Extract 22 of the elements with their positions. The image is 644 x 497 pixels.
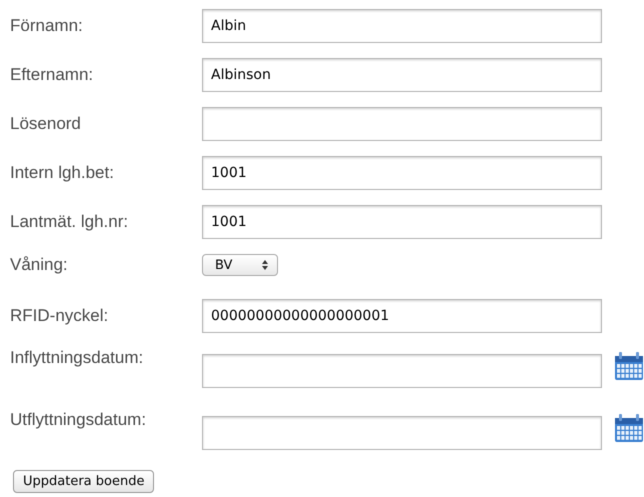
field-label: Förnamn: (10, 16, 84, 36)
input-field[interactable]: 00000000000000000001 (202, 299, 602, 333)
field-label: Intern lgh.bet: (10, 163, 115, 183)
input-field[interactable]: 1001 (202, 156, 602, 190)
dropdown[interactable]: BV (202, 254, 278, 276)
input-field[interactable] (202, 107, 602, 141)
field-label: Lantmät. lgh.nr: (10, 212, 130, 232)
calendar-icon[interactable] (614, 351, 644, 381)
input-field[interactable]: Albin (202, 9, 602, 43)
update-button[interactable]: Uppdatera boende (13, 470, 154, 493)
field-label: RFID-nyckel: (10, 306, 110, 326)
field-label: Utflyttningsdatum: (10, 410, 148, 430)
input-field[interactable]: Albinson (202, 58, 602, 92)
calendar-icon[interactable] (614, 413, 644, 443)
field-label: Våning: (10, 255, 69, 275)
date-field[interactable] (202, 354, 602, 388)
date-field[interactable] (202, 416, 602, 450)
input-field[interactable]: 1001 (202, 205, 602, 239)
updown-arrows-icon (262, 260, 268, 270)
field-label: Efternamn: (10, 65, 94, 85)
field-label: Lösenord (10, 114, 82, 134)
field-label: Inflyttningsdatum: (10, 348, 144, 368)
